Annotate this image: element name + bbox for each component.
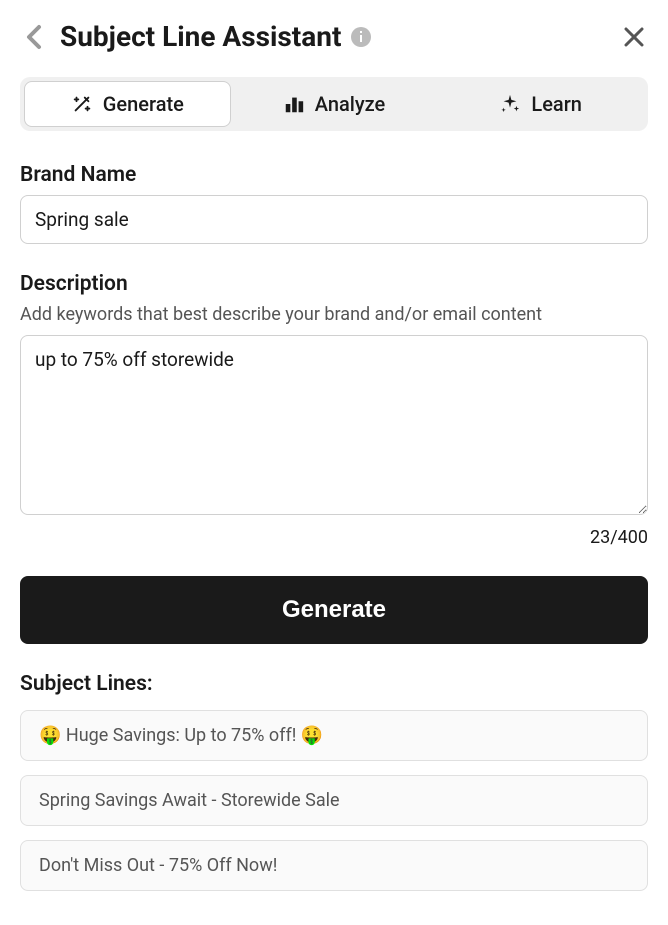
tab-analyze[interactable]: Analyze (231, 81, 438, 127)
close-icon (622, 25, 646, 49)
info-icon[interactable] (351, 27, 371, 47)
tabs: Generate Analyze Learn (20, 77, 648, 131)
tab-generate-label: Generate (103, 92, 184, 116)
description-input[interactable] (20, 335, 648, 515)
chevron-left-icon (25, 23, 43, 51)
brand-name-label: Brand Name (20, 163, 648, 187)
subject-line-result[interactable]: 🤑 Huge Savings: Up to 75% off! 🤑 (20, 710, 648, 761)
brand-name-input[interactable] (20, 195, 648, 244)
close-button[interactable] (620, 23, 648, 51)
tab-learn-label: Learn (531, 92, 582, 116)
description-label: Description (20, 272, 648, 296)
subject-line-result[interactable]: Spring Savings Await - Storewide Sale (20, 775, 648, 826)
page-title: Subject Line Assistant (60, 20, 341, 53)
results-label: Subject Lines: (20, 672, 648, 696)
sparkles-icon (499, 93, 521, 115)
tab-generate[interactable]: Generate (24, 81, 231, 127)
generate-button[interactable]: Generate (20, 576, 648, 644)
back-button[interactable] (20, 23, 48, 51)
brand-name-group: Brand Name (20, 163, 648, 244)
header: Subject Line Assistant (20, 20, 648, 53)
magic-wand-icon (71, 93, 93, 115)
description-group: Description Add keywords that best descr… (20, 272, 648, 548)
page-title-container: Subject Line Assistant (60, 20, 608, 53)
tab-analyze-label: Analyze (315, 92, 386, 116)
results-section: Subject Lines: 🤑 Huge Savings: Up to 75%… (20, 672, 648, 891)
char-count: 23/400 (20, 527, 648, 548)
tab-learn[interactable]: Learn (437, 81, 644, 127)
bar-chart-icon (283, 93, 305, 115)
description-hint: Add keywords that best describe your bra… (20, 304, 648, 325)
